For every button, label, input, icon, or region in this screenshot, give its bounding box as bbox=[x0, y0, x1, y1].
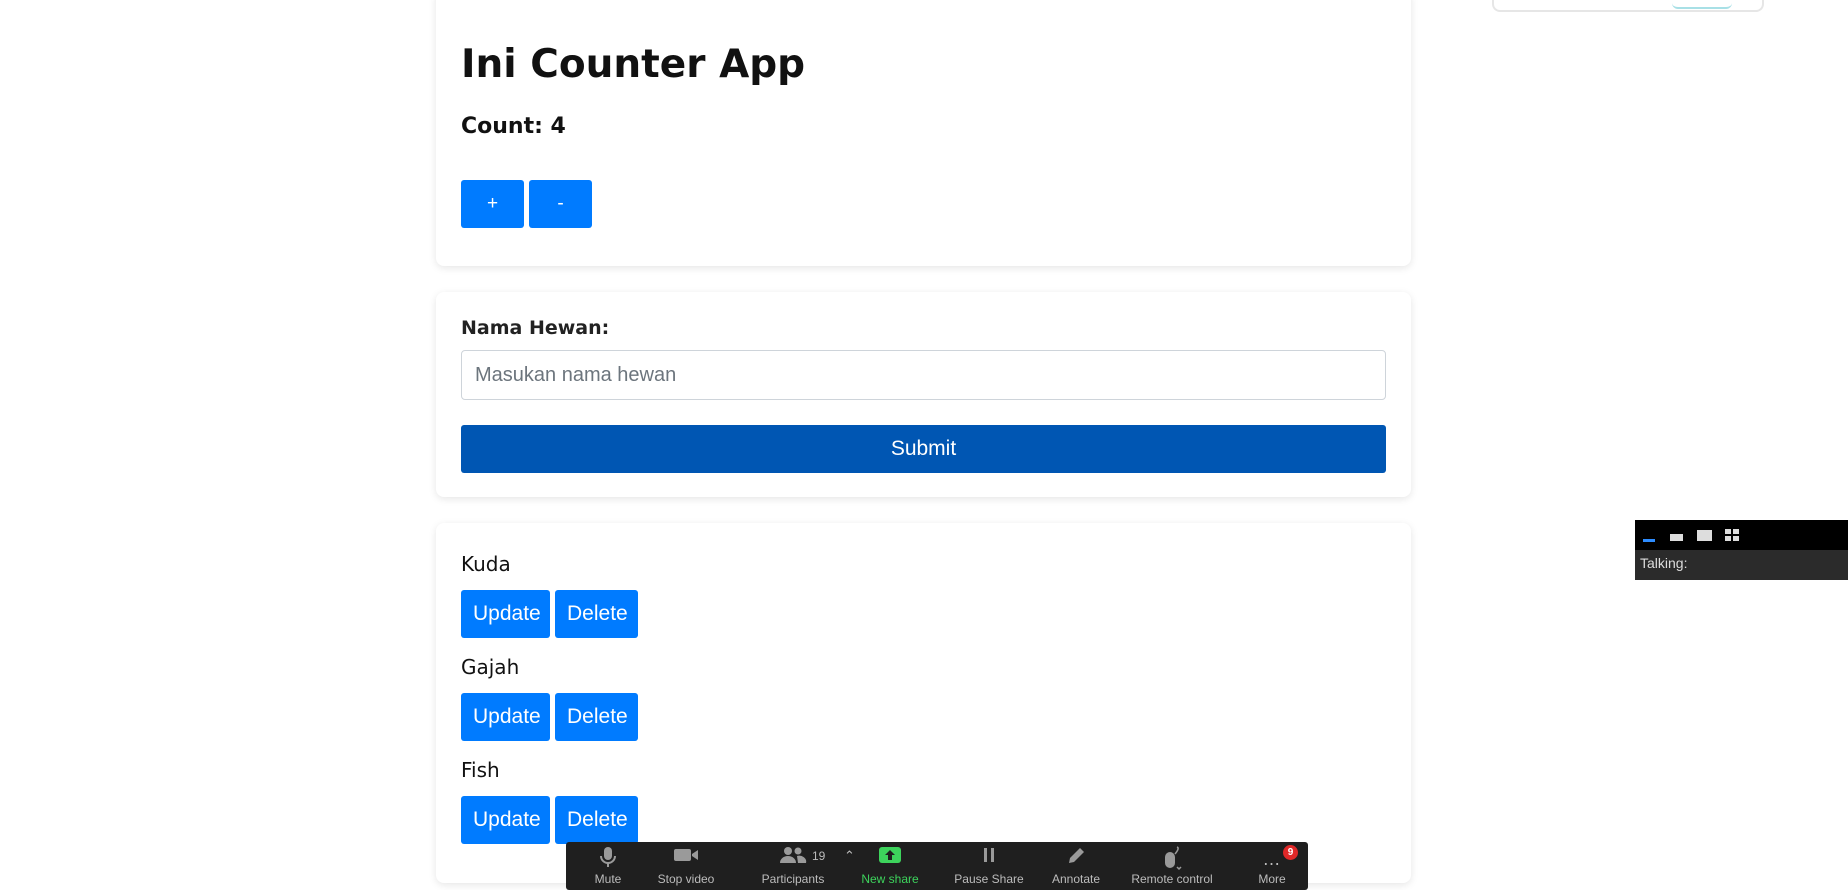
delete-button[interactable]: Delete bbox=[555, 796, 638, 844]
pause-icon bbox=[950, 846, 1028, 872]
more-button[interactable]: … More 9 bbox=[1242, 842, 1302, 890]
widget-pill bbox=[1672, 3, 1732, 9]
animal-name-label: Nama Hewan: bbox=[461, 317, 610, 339]
minimize-view-icon[interactable] bbox=[1643, 539, 1655, 542]
mute-button[interactable]: Mute bbox=[578, 842, 638, 890]
counter-card: Ini Counter App Count: 4 + - bbox=[436, 0, 1411, 266]
zoom-toolbar: Mute Stop video Participants 19 ⌃ New sh… bbox=[566, 842, 1308, 890]
delete-button[interactable]: Delete bbox=[555, 693, 638, 741]
annotate-button[interactable]: Annotate bbox=[1044, 842, 1108, 890]
update-button[interactable]: Update bbox=[461, 693, 550, 741]
zoom-mini-panel: Talking: bbox=[1635, 520, 1848, 580]
notification-badge: 9 bbox=[1283, 845, 1298, 860]
animal-name: Kuda bbox=[461, 552, 511, 576]
grid-view-icon[interactable] bbox=[1725, 529, 1740, 542]
new-share-button[interactable]: New share bbox=[854, 842, 926, 890]
delete-button[interactable]: Delete bbox=[555, 590, 638, 638]
talking-indicator: Talking: bbox=[1640, 555, 1688, 571]
submit-button[interactable]: Submit bbox=[461, 425, 1386, 473]
animal-name: Gajah bbox=[461, 655, 520, 679]
participants-count: 19 bbox=[812, 849, 826, 863]
decrement-button[interactable]: - bbox=[529, 180, 592, 228]
small-view-icon[interactable] bbox=[1670, 534, 1683, 541]
update-button[interactable]: Update bbox=[461, 590, 550, 638]
pause-share-button[interactable]: Pause Share bbox=[950, 842, 1028, 890]
count-display: Count: 4 bbox=[461, 114, 566, 139]
large-view-icon[interactable] bbox=[1697, 530, 1712, 541]
microphone-icon bbox=[578, 846, 638, 872]
stop-video-button[interactable]: Stop video bbox=[646, 842, 726, 890]
animal-list-card: Kuda Update Delete Gajah Update Delete F… bbox=[436, 523, 1411, 883]
animal-name-input[interactable] bbox=[461, 350, 1386, 400]
top-right-widget bbox=[1492, 0, 1764, 12]
increment-button[interactable]: + bbox=[461, 180, 524, 228]
mouse-icon bbox=[1122, 846, 1222, 872]
remote-control-button[interactable]: Remote control bbox=[1122, 842, 1222, 890]
video-camera-icon bbox=[646, 846, 726, 872]
update-button[interactable]: Update bbox=[461, 796, 550, 844]
page-title: Ini Counter App bbox=[461, 42, 806, 87]
animal-form-card: Nama Hewan: Submit bbox=[436, 292, 1411, 497]
view-switcher bbox=[1635, 520, 1848, 550]
share-arrow-icon bbox=[854, 846, 926, 872]
animal-name: Fish bbox=[461, 758, 500, 782]
pencil-icon bbox=[1044, 846, 1108, 872]
